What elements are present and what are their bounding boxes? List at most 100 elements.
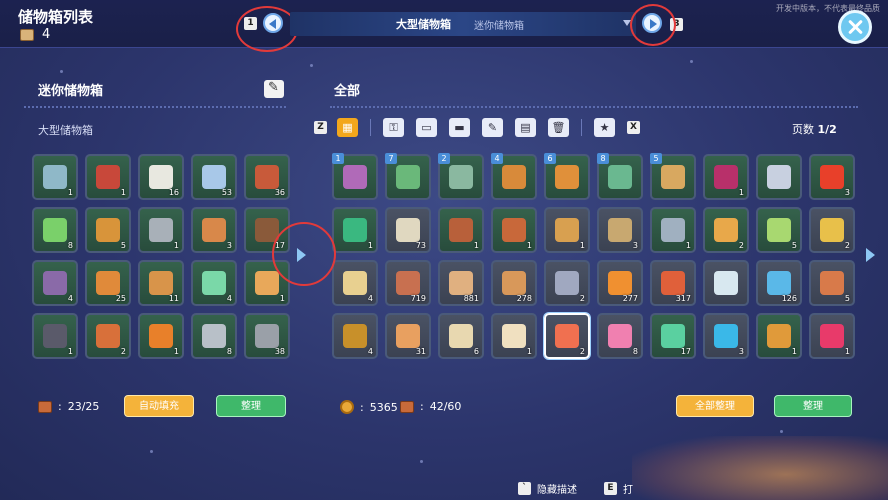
inventory-slot[interactable]: 1 xyxy=(85,154,131,200)
inventory-slot[interactable]: 1 xyxy=(756,313,802,359)
tab-favorites[interactable]: ★ xyxy=(594,118,615,137)
background-star xyxy=(60,70,63,73)
item-quantity: 719 xyxy=(410,294,426,303)
inventory-slot[interactable]: 1 xyxy=(544,207,590,253)
inventory-slot[interactable]: 1 xyxy=(703,154,749,200)
inventory-slot[interactable]: 8 xyxy=(32,207,78,253)
inventory-slot[interactable]: 3 xyxy=(703,313,749,359)
inventory-slot[interactable]: 5 xyxy=(650,153,696,200)
green-pickaxe-icon xyxy=(396,165,420,189)
basket-icon xyxy=(502,165,526,189)
inventory-slot[interactable]: 4 xyxy=(332,260,378,306)
tab-furniture[interactable]: ▭ xyxy=(416,118,437,137)
left-panel-subtitle: 大型储物箱 xyxy=(38,124,93,137)
hide-description-hint[interactable]: ` 隐藏描述 xyxy=(518,481,577,496)
inventory-slot[interactable]: 16 xyxy=(138,154,184,200)
chest-icon xyxy=(38,400,52,413)
star-icon: ★ xyxy=(599,121,610,134)
chart-board-icon: ▤ xyxy=(520,121,531,134)
e-action-hint[interactable]: E 打 xyxy=(604,481,633,496)
inventory-slot[interactable]: 1 xyxy=(491,207,537,253)
inventory-slot[interactable]: 1 xyxy=(809,313,855,359)
inventory-slot[interactable]: 719 xyxy=(385,260,431,306)
divider xyxy=(330,106,858,108)
inventory-slot[interactable]: 3 xyxy=(809,154,855,200)
next-page-arrow-icon[interactable] xyxy=(866,248,875,262)
inventory-slot[interactable]: 1 xyxy=(32,154,78,200)
close-button[interactable] xyxy=(838,10,872,44)
inventory-slot[interactable]: 4 xyxy=(332,313,378,359)
inventory-slot[interactable]: 277 xyxy=(597,260,643,306)
inventory-slot[interactable] xyxy=(756,154,802,200)
rename-button[interactable] xyxy=(264,80,284,98)
inventory-slot[interactable]: 4 xyxy=(32,260,78,306)
inventory-slot[interactable]: 2 xyxy=(809,207,855,253)
inventory-slot[interactable]: 126 xyxy=(756,260,802,306)
item-quantity: 4 xyxy=(226,294,232,303)
inventory-slot[interactable]: 1 xyxy=(138,207,184,253)
tab-decor[interactable]: ✎ xyxy=(482,118,503,137)
chest-icon xyxy=(255,165,279,189)
tab-boards[interactable]: ▤ xyxy=(515,118,536,137)
inventory-slot[interactable]: 5 xyxy=(809,260,855,306)
inventory-slot[interactable]: 17 xyxy=(650,313,696,359)
category-toolbar: Z ▦ ⚿ ▭ ▬ ✎ ▤ 🗑 ★ X xyxy=(314,118,640,137)
coil-icon xyxy=(255,324,279,348)
inventory-slot[interactable]: 2 xyxy=(703,207,749,253)
sort-all-button[interactable]: 全部整理 xyxy=(676,395,754,417)
tab-trash[interactable]: 🗑 xyxy=(548,118,569,137)
item-quantity: 17 xyxy=(680,347,691,356)
item-quantity: 1 xyxy=(67,188,73,197)
left-sort-button[interactable]: 整理 xyxy=(216,395,286,417)
inventory-slot[interactable]: 1 xyxy=(438,207,484,253)
inventory-slot[interactable]: 2 xyxy=(544,313,590,359)
inventory-slot[interactable]: 38 xyxy=(244,313,290,359)
inventory-slot[interactable]: 2 xyxy=(544,260,590,306)
inventory-slot[interactable]: 53 xyxy=(191,154,237,200)
inventory-slot[interactable]: 73 xyxy=(385,207,431,253)
trash-icon: 🗑 xyxy=(551,121,566,134)
inventory-slot[interactable]: 1 xyxy=(332,207,378,253)
next-category-key-hint: X xyxy=(627,121,640,134)
inventory-slot[interactable]: 25 xyxy=(85,260,131,306)
auto-fill-button[interactable]: 自动填充 xyxy=(124,395,194,417)
inventory-slot[interactable]: 1 xyxy=(491,313,537,359)
item-quantity: 3 xyxy=(738,347,744,356)
hotbar-badge: 1 xyxy=(332,153,344,164)
item-quantity: 5 xyxy=(791,241,797,250)
inventory-slot[interactable]: 6 xyxy=(438,313,484,359)
inventory-slot[interactable] xyxy=(703,260,749,306)
inventory-slot[interactable]: 278 xyxy=(491,260,537,306)
item-quantity: 1 xyxy=(526,241,532,250)
tab-tools[interactable]: ⚿ xyxy=(383,118,404,137)
inventory-slot[interactable]: 4 xyxy=(191,260,237,306)
inventory-slot[interactable]: 3 xyxy=(191,207,237,253)
inventory-slot[interactable]: 3 xyxy=(597,207,643,253)
right-sort-button[interactable]: 整理 xyxy=(774,395,852,417)
inventory-slot[interactable]: 8 xyxy=(191,313,237,359)
inventory-slot[interactable]: 6 xyxy=(544,153,590,200)
inventory-slot[interactable]: 2 xyxy=(85,313,131,359)
item-quantity: 5 xyxy=(844,294,850,303)
storage-selector[interactable]: 大型储物箱 迷你储物箱 xyxy=(290,12,636,36)
inventory-slot[interactable]: 4 xyxy=(491,153,537,200)
inventory-slot[interactable]: 5 xyxy=(85,207,131,253)
inventory-slot[interactable]: 36 xyxy=(244,154,290,200)
inventory-slot[interactable]: 1 xyxy=(32,313,78,359)
inventory-slot[interactable]: 31 xyxy=(385,313,431,359)
inventory-slot[interactable]: 8 xyxy=(597,153,643,200)
tab-all[interactable]: ▦ xyxy=(337,118,358,137)
inventory-slot[interactable]: 7 xyxy=(385,153,431,200)
inventory-slot[interactable]: 11 xyxy=(138,260,184,306)
inventory-slot[interactable]: 1 xyxy=(332,153,378,200)
inventory-slot[interactable]: 1 xyxy=(650,207,696,253)
inventory-slot[interactable]: 2 xyxy=(438,153,484,200)
inventory-slot[interactable]: 5 xyxy=(756,207,802,253)
pipe-icon xyxy=(43,271,67,295)
inventory-slot[interactable]: 317 xyxy=(650,260,696,306)
inventory-slot[interactable]: 8 xyxy=(597,313,643,359)
tab-workbench[interactable]: ▬ xyxy=(449,118,470,137)
inventory-slot[interactable]: 881 xyxy=(438,260,484,306)
inventory-slot[interactable]: 1 xyxy=(138,313,184,359)
item-quantity: 36 xyxy=(274,188,285,197)
